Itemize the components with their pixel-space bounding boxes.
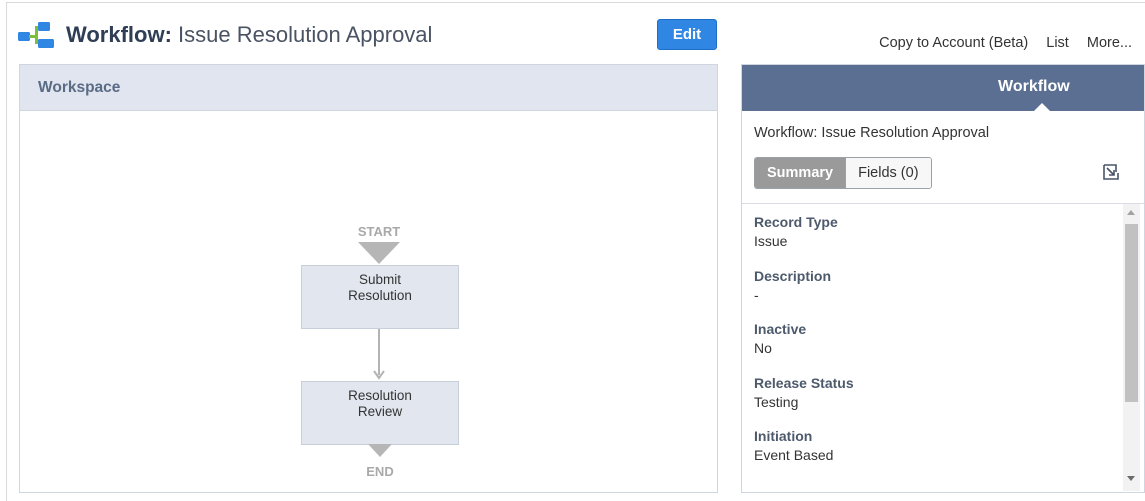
transition-arrowhead — [373, 370, 385, 380]
side-panel-divider — [742, 203, 1144, 204]
field-inactive: Inactive No — [754, 320, 1114, 374]
state-resolution-review[interactable]: Resolution Review — [301, 381, 459, 445]
side-panel-subtitle: Workflow: Issue Resolution Approval — [754, 125, 990, 141]
list-link[interactable]: List — [1046, 35, 1069, 51]
workspace-panel: Workspace START Submit Resolution Resolu… — [19, 64, 718, 493]
field-value: - — [754, 286, 759, 303]
summary-field-list: Record Type Issue Description - Inactive… — [754, 213, 1114, 481]
field-record-type: Record Type Issue — [754, 213, 1114, 267]
edit-button[interactable]: Edit — [657, 19, 717, 50]
copy-to-account-link[interactable]: Copy to Account (Beta) — [879, 35, 1028, 51]
scroll-up-icon[interactable] — [1127, 210, 1135, 215]
header-links: Copy to Account (Beta) List More... — [865, 35, 1132, 51]
workspace-title: Workspace — [38, 79, 121, 96]
field-value: Testing — [754, 393, 799, 410]
side-panel-header: Workflow — [742, 65, 1144, 111]
workspace-header: Workspace — [20, 65, 717, 111]
tab-workflow[interactable]: Workflow — [998, 78, 1070, 96]
field-label: Inactive — [754, 321, 807, 337]
scroll-down-icon[interactable] — [1127, 476, 1135, 481]
field-label: Record Type — [754, 214, 838, 230]
field-label: Initiation — [754, 428, 813, 444]
workflow-icon — [18, 22, 54, 48]
summary-tab[interactable]: Summary — [755, 158, 846, 188]
more-link[interactable]: More... — [1087, 35, 1132, 51]
start-marker[interactable] — [358, 242, 400, 264]
page-title: Workflow: Issue Resolution Approval — [66, 20, 432, 50]
field-value: Issue — [754, 233, 788, 249]
field-description: Description - — [754, 267, 1114, 321]
end-marker[interactable] — [368, 444, 392, 457]
field-release-status: Release Status Testing — [754, 374, 1114, 428]
side-panel-scrollbar[interactable] — [1123, 204, 1140, 491]
end-label: END — [366, 464, 394, 479]
workflow-canvas[interactable]: START Submit Resolution Resolution Revie… — [20, 111, 717, 492]
field-value: No — [754, 340, 772, 356]
field-label: Release Status — [754, 374, 854, 391]
field-initiation: Initiation Event Based — [754, 427, 1114, 481]
transition-line[interactable] — [378, 329, 380, 375]
workflow-side-panel: Workflow Workflow: Issue Resolution Appr… — [741, 64, 1145, 493]
fields-tab[interactable]: Fields (0) — [845, 158, 931, 188]
field-value: Event Based — [754, 447, 834, 463]
field-label: Description — [754, 267, 832, 284]
page-title-prefix: Workflow: — [66, 22, 172, 47]
popout-icon[interactable] — [1102, 163, 1120, 181]
state-submit-resolution[interactable]: Submit Resolution — [301, 265, 459, 329]
start-label: START — [357, 224, 401, 239]
tab-active-indicator — [1034, 103, 1050, 111]
summary-fields-toggle: Summary Fields (0) — [754, 157, 932, 189]
page-title-name: Issue Resolution Approval — [178, 22, 433, 47]
scroll-thumb[interactable] — [1125, 224, 1138, 402]
